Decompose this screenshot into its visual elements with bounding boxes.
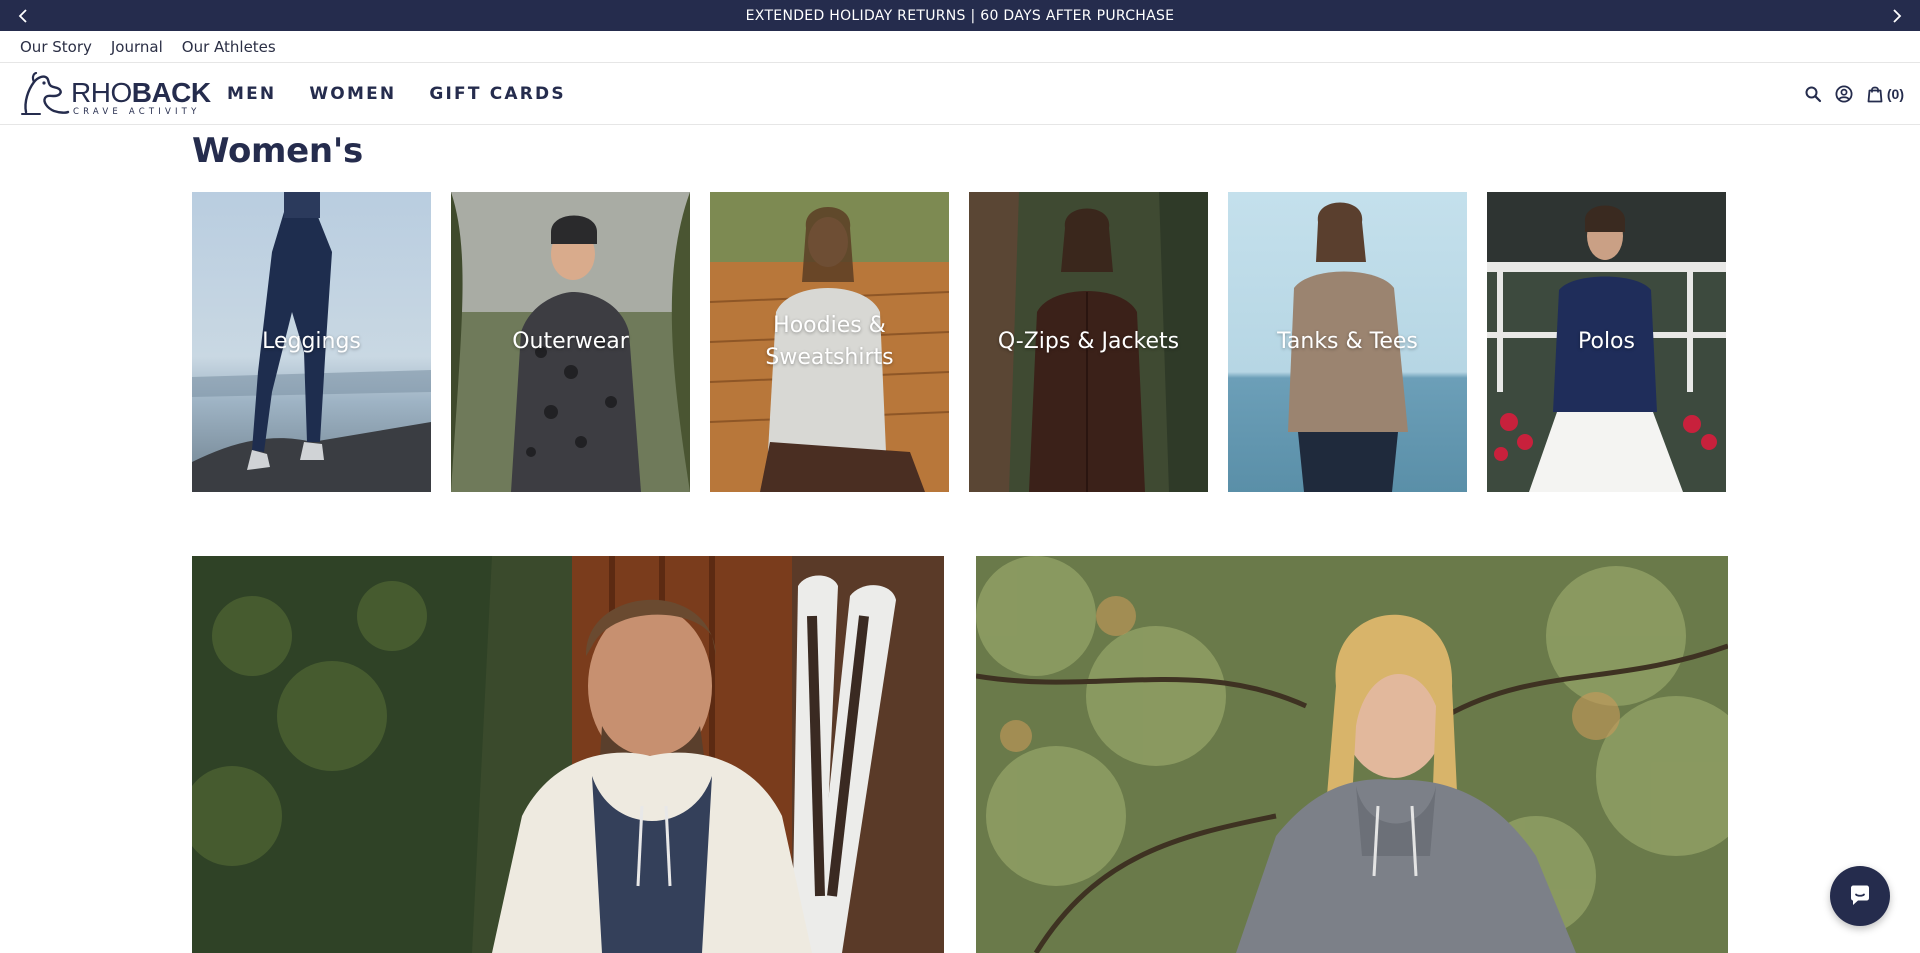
category-label: Hoodies & Sweatshirts bbox=[765, 313, 894, 370]
category-label: Outerwear bbox=[512, 329, 629, 354]
category-label: Q-Zips & Jackets bbox=[997, 329, 1180, 354]
utility-link-our-story[interactable]: Our Story bbox=[20, 38, 92, 56]
utility-nav: Our Story Journal Our Athletes bbox=[0, 31, 1920, 63]
chevron-right-icon[interactable] bbox=[1885, 5, 1907, 27]
search-icon[interactable] bbox=[1804, 85, 1822, 103]
main-header: RHOBACK CRAVE ACTIVITY MEN WOMEN GIFT CA… bbox=[0, 63, 1920, 125]
header-icons: (0) bbox=[1804, 63, 1904, 125]
account-icon[interactable] bbox=[1835, 85, 1853, 103]
nav-women[interactable]: WOMEN bbox=[309, 84, 396, 104]
feature-banner-women[interactable] bbox=[976, 556, 1728, 953]
category-grid: Leggings Outerwear Hoodies & Sweatshirts bbox=[192, 192, 1728, 492]
category-tile-leggings[interactable]: Leggings bbox=[192, 192, 431, 492]
chat-bubble-icon bbox=[1851, 885, 1869, 905]
nav-gift-cards[interactable]: GIFT CARDS bbox=[429, 84, 565, 104]
chat-widget-button[interactable] bbox=[1830, 866, 1890, 926]
nav-men[interactable]: MEN bbox=[227, 84, 276, 104]
cart-button[interactable]: (0) bbox=[1866, 85, 1904, 103]
dog-logo-icon bbox=[21, 72, 70, 115]
announcement-text: EXTENDED HOLIDAY RETURNS | 60 DAYS AFTER… bbox=[745, 7, 1175, 24]
category-label: Tanks & Tees bbox=[1277, 329, 1418, 354]
feature-banner-men[interactable] bbox=[192, 556, 944, 953]
category-label: Polos bbox=[1578, 329, 1635, 354]
category-tile-hoodies-sweatshirts[interactable]: Hoodies & Sweatshirts bbox=[710, 192, 949, 492]
cart-count: (0) bbox=[1886, 86, 1904, 102]
category-tile-polos[interactable]: Polos bbox=[1487, 192, 1726, 492]
page-title: Women's bbox=[192, 131, 363, 171]
main-nav: MEN WOMEN GIFT CARDS bbox=[227, 63, 566, 125]
category-tile-outerwear[interactable]: Outerwear bbox=[451, 192, 690, 492]
shopping-bag-icon bbox=[1867, 86, 1883, 103]
banner-image-women bbox=[976, 556, 1728, 953]
feature-banners bbox=[192, 556, 1728, 953]
logo-word-thin: RHO bbox=[71, 77, 132, 108]
logo-tagline: CRAVE ACTIVITY bbox=[73, 107, 201, 117]
category-tile-qzips-jackets[interactable]: Q-Zips & Jackets bbox=[969, 192, 1208, 492]
category-tile-tanks-tees[interactable]: Tanks & Tees bbox=[1228, 192, 1467, 492]
logo-word-bold: BACK bbox=[131, 77, 211, 108]
banner-image-men bbox=[192, 556, 944, 953]
announcement-bar: EXTENDED HOLIDAY RETURNS | 60 DAYS AFTER… bbox=[0, 0, 1920, 31]
chevron-left-icon[interactable] bbox=[13, 5, 35, 27]
utility-link-our-athletes[interactable]: Our Athletes bbox=[182, 38, 276, 56]
site-logo[interactable]: RHOBACK CRAVE ACTIVITY bbox=[20, 72, 211, 117]
utility-link-journal[interactable]: Journal bbox=[111, 38, 163, 56]
logo-wordmark: RHOBACK bbox=[71, 77, 211, 109]
category-label: Leggings bbox=[262, 329, 361, 354]
